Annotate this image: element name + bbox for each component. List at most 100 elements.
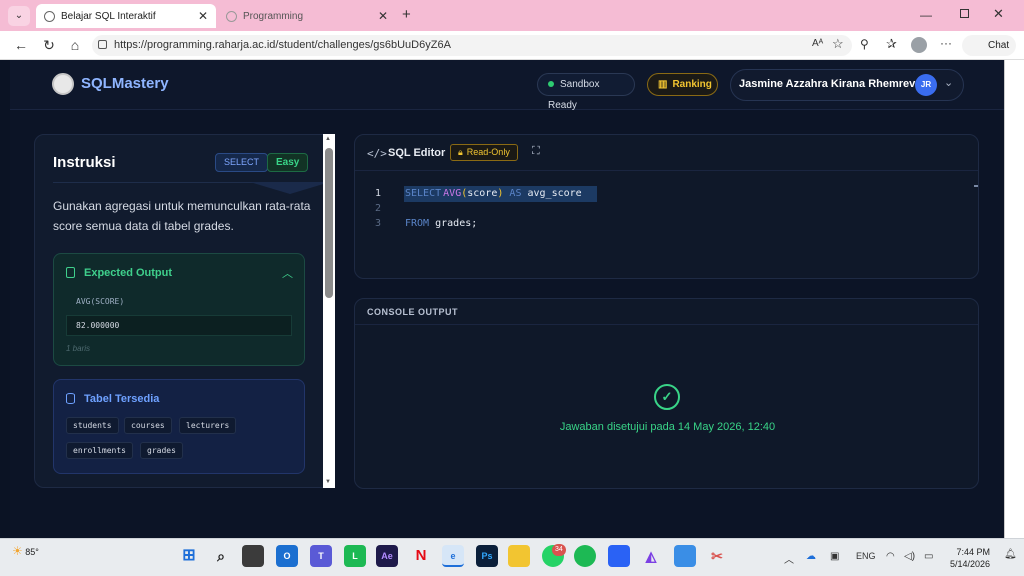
start-icon[interactable]: ⊞ [178,545,200,567]
outlook-icon[interactable]: O [276,545,298,567]
database-icon [66,393,75,404]
query-type-badge: SELECT [215,153,269,172]
sandbox-status-badge: Sandbox Ready [537,73,635,111]
console-title: CONSOLE OUTPUT [367,307,459,317]
avatar: JR [915,74,937,96]
divider-accent [250,182,330,194]
new-tab-button[interactable]: + [402,6,411,23]
home-icon[interactable]: ⌂ [66,36,84,54]
site-icon [226,10,237,22]
chevron-up-icon[interactable]: ︿ [784,551,794,566]
volume-icon[interactable]: ◁) [904,551,915,562]
table-chip-students[interactable]: students [66,417,119,434]
chevron-down-icon[interactable]: ⌄ [944,76,953,89]
console-output-panel: CONSOLE OUTPUT ✓ Jawaban disetujui pada … [354,298,979,489]
scroll-down-icon[interactable]: ▼ [325,479,331,485]
close-tab-icon[interactable]: ✕ [378,9,388,23]
bar-chart-icon: ▥ [658,79,668,90]
scroll-up-icon[interactable]: ▲ [325,136,331,142]
expected-output-card: Expected Output ︿ AVG(SCORE) 82.000000 1… [53,253,305,366]
weather-widget[interactable]: ☀ 85° [12,544,39,558]
result-value: 82.000000 [76,321,120,330]
favorite-icon[interactable]: ☆ [832,36,844,52]
minimize-icon[interactable]: — [920,8,932,22]
scrollbar-thumb[interactable] [325,148,333,298]
table-chip-grades[interactable]: grades [140,442,183,459]
notification-badge: 34 [552,544,566,556]
expected-output-title[interactable]: Expected Output [84,267,172,279]
back-icon[interactable]: ← [12,36,30,54]
extensions-icon[interactable]: ⚲ [860,37,869,51]
instruction-panel: Instruksi SELECT Easy Gunakan agregasi u… [34,134,334,488]
row-count: 1 baris [66,344,91,353]
tab-programming[interactable]: Programming ✕ [218,4,396,28]
logo-icon [52,73,74,95]
close-tab-icon[interactable]: ✕ [198,9,208,23]
battery-icon[interactable]: ▭ [924,551,933,562]
edge-icon[interactable]: e [442,545,464,567]
favorites-bar-icon[interactable]: ✰ [886,36,897,52]
table-chip-lecturers[interactable]: lecturers [179,417,237,434]
line-icon[interactable]: L [344,545,366,567]
lock-icon: 🔒︎ [458,147,463,157]
user-name: Jasmine Azzahra Kirana Rhemrev [739,78,916,90]
instruction-text: Gunakan agregasi untuk memunculkan rata-… [53,199,311,233]
profile-icon[interactable] [911,37,927,53]
result-column-header: AVG(SCORE) [76,297,125,306]
search-icon[interactable]: ⌕ [210,545,232,567]
tab-label: Programming [243,10,304,22]
site-info-icon[interactable] [98,40,107,49]
wifi-icon[interactable]: ◠ [886,551,895,562]
sun-icon: ☀ [12,544,23,558]
expand-icon[interactable]: ⛶ [532,145,540,158]
notification-bell-icon[interactable]: 🔔︎ [1004,549,1017,560]
app-window: SQLMastery Sandbox Ready ▥ Ranking Jasmin… [10,60,1004,538]
language-indicator[interactable]: ENG [856,551,876,561]
spotify-icon[interactable] [574,545,596,567]
site-icon [44,10,55,22]
brand-name[interactable]: SQLMastery [81,75,169,92]
after-effects-icon[interactable]: Ae [376,545,398,567]
maximize-icon[interactable] [960,9,969,18]
ranking-button[interactable]: ▥ Ranking [647,73,718,96]
onedrive-icon[interactable]: ☁ [806,551,816,562]
url-input[interactable]: https://programming.raharja.ac.id/studen… [92,35,852,56]
table-chip-enrollments[interactable]: enrollments [66,442,133,459]
line-number: 1 [375,188,382,199]
app-icon[interactable] [608,545,630,567]
date: 5/14/2026 [950,559,991,569]
code-line-3[interactable]: FROM grades; [405,218,477,229]
close-window-icon[interactable]: ✕ [993,6,1004,22]
tray-icon[interactable]: ▣ [830,551,839,562]
file-explorer-icon[interactable] [508,545,530,567]
clock[interactable]: 7:44 PM 5/14/2026 [950,546,990,570]
photoshop-icon[interactable]: Ps [476,545,498,567]
snipping-tool-icon[interactable]: ✂ [706,545,728,567]
tab-actions-button[interactable]: ⌄ [8,6,30,26]
canva-icon[interactable]: ◭ [640,545,662,567]
code-line-1[interactable]: SELECT AVG(score) AS avg_score [405,188,582,199]
clipboard-icon [66,267,75,278]
tab-belajar-sql[interactable]: Belajar SQL Interaktif ✕ [36,4,216,28]
instruction-title: Instruksi [53,154,116,171]
background-window-edge [1004,60,1024,538]
read-aloud-icon[interactable]: Aᴬ [812,38,823,49]
line-number: 2 [375,203,382,214]
available-tables-card: Tabel Tersedia students courses lecturer… [53,379,305,474]
teams-icon[interactable]: T [310,545,332,567]
sql-editor-panel: </> SQL Editor 🔒︎ Read-Only ⛶ 1 2 3 SELEC… [354,134,979,279]
reload-icon[interactable]: ↻ [40,36,58,54]
time: 7:44 PM [956,547,991,557]
code-icon: </> [367,147,387,160]
photos-icon[interactable] [674,545,696,567]
chat-button[interactable]: Chat [962,35,1016,56]
task-view-icon[interactable] [242,545,264,567]
chevron-up-icon[interactable]: ︿ [282,265,293,281]
table-chip-courses[interactable]: courses [124,417,172,434]
read-only-badge: 🔒︎ Read-Only [450,144,518,161]
line-number: 3 [375,218,382,229]
check-circle-icon: ✓ [654,384,680,410]
overview-ruler-mark [974,185,978,187]
more-icon[interactable]: ··· [940,36,952,50]
netflix-icon[interactable]: N [410,545,432,567]
